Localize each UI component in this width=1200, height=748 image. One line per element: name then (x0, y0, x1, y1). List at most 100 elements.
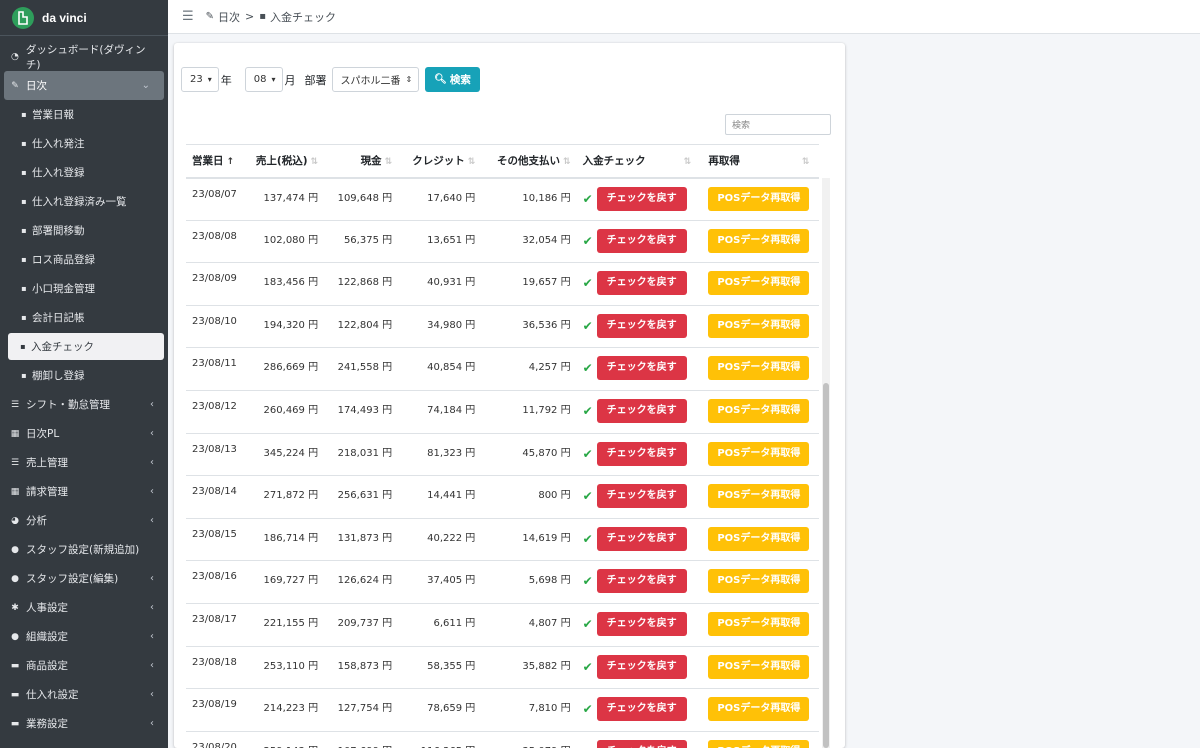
nav-sales[interactable]: ☰ 売上管理 ‹ (0, 448, 168, 477)
undo-check-button[interactable]: チェックを戻す (596, 313, 687, 338)
refetch-pos-button[interactable]: POSデータ再取得 (708, 228, 810, 253)
undo-check-button[interactable]: チェックを戻す (596, 228, 687, 253)
nav-sub-purchase-list[interactable]: ▪ 仕入れ登録済み一覧 (0, 187, 168, 216)
refetch-pos-button[interactable]: POSデータ再取得 (708, 484, 810, 509)
col-check[interactable]: 入金チェック ⇅ (576, 144, 703, 179)
nav-sub-transfer[interactable]: ▪ 部署間移動 (0, 216, 168, 245)
cell-check: ✔チェックを戻す (576, 432, 703, 476)
nav-business[interactable]: ▬ 業務設定 ‹ (0, 709, 168, 738)
filter-bar: 23 ▾ 年 08 ▾ 月 部署 スパホル二番 ⇕ 🔍︎ 検索 (181, 67, 480, 92)
nav-analysis[interactable]: ◕ 分析 ‹ (0, 506, 168, 535)
col-refetch[interactable]: 再取得 ⇅ (702, 144, 819, 179)
refetch-pos-button[interactable]: POSデータ再取得 (708, 697, 810, 722)
check-icon: ✔ (582, 489, 593, 504)
nav-staff-new[interactable]: ● スタッフ設定(新規追加) (0, 535, 168, 564)
cell-date: 23/08/08 (186, 219, 249, 263)
undo-check-button[interactable]: チェックを戻す (596, 697, 687, 722)
chevron-left-icon: ‹ (150, 631, 154, 642)
table-scrollbar[interactable] (822, 178, 830, 748)
nav-shift[interactable]: ☰ シフト・勤怠管理 ‹ (0, 390, 168, 419)
cell-sales: 271,872 円 (248, 475, 325, 519)
cell-date: 23/08/17 (186, 602, 249, 647)
undo-check-button[interactable]: チェックを戻す (596, 398, 687, 423)
col-credit-label: クレジット (412, 155, 465, 168)
nav-staff-edit[interactable]: ● スタッフ設定(編集) ‹ (0, 564, 168, 593)
scrollbar-thumb[interactable] (823, 383, 829, 748)
boxes-icon: ▪ (21, 110, 27, 119)
nav-daily-pl[interactable]: ▦ 日次PL ‹ (0, 419, 168, 448)
undo-check-button[interactable]: チェックを戻す (596, 611, 687, 636)
nav-sub-label: 小口現金管理 (32, 283, 95, 295)
hamburger-icon[interactable]: ☰ (182, 9, 194, 24)
nav-sub-ledger[interactable]: ▪ 会計日記帳 (0, 303, 168, 332)
undo-check-button[interactable]: チェックを戻す (596, 186, 687, 211)
undo-check-button[interactable]: チェックを戻す (596, 271, 687, 296)
main-card: 23 ▾ 年 08 ▾ 月 部署 スパホル二番 ⇕ 🔍︎ 検索 検索 営業日 ↑ 売上(税… (174, 43, 845, 748)
refetch-pos-button[interactable]: POSデータ再取得 (708, 398, 810, 423)
undo-check-button[interactable]: チェックを戻す (596, 356, 687, 381)
cell-other: 11,792 円 (481, 389, 577, 434)
nav-sub-deposit-check[interactable]: ▪ 入金チェック (8, 333, 164, 360)
cell-cash: 122,804 円 (324, 304, 399, 348)
sort-icon: ⇅ (310, 157, 319, 168)
nav-billing[interactable]: ▦ 請求管理 ‹ (0, 477, 168, 506)
table-row: 23/08/07 137,474 円 109,648 円 17,640 円 10,186… (186, 177, 819, 221)
undo-check-button[interactable]: チェックを戻す (596, 441, 687, 466)
refetch-pos-button[interactable]: POSデータ再取得 (708, 569, 810, 594)
col-date[interactable]: 営業日 ↑ (186, 144, 249, 179)
nav-sales-label: 売上管理 (26, 457, 68, 469)
cell-check: ✔チェックを戻す (576, 560, 703, 604)
undo-check-button[interactable]: チェックを戻す (596, 654, 687, 679)
breadcrumb-parent[interactable]: 日次 (218, 9, 240, 25)
breadcrumb-current: 入金チェック (270, 10, 337, 24)
undo-check-button[interactable]: チェックを戻す (596, 484, 687, 509)
sort-icon: ⇅ (467, 157, 476, 168)
nav-purchase[interactable]: ▬ 仕入れ設定 ‹ (0, 680, 168, 709)
table-search-input[interactable]: 検索 (725, 114, 831, 135)
cell-refetch: POSデータ再取得 (702, 560, 819, 604)
search-button[interactable]: 🔍︎ 検索 (425, 67, 480, 92)
nav-staff-new-label: スタッフ設定(新規追加) (26, 544, 140, 556)
check-icon: ✔ (582, 616, 593, 631)
nav-sub-daily-report[interactable]: ▪ 営業日報 (0, 100, 168, 129)
nav-dashboard[interactable]: ◔ ダッシュボード(ダヴィンチ) (0, 42, 168, 71)
refetch-pos-button[interactable]: POSデータ再取得 (708, 611, 810, 636)
nav-sub-petty-cash[interactable]: ▪ 小口現金管理 (0, 274, 168, 303)
col-credit[interactable]: クレジット ⇅ (398, 144, 482, 179)
refetch-pos-button[interactable]: POSデータ再取得 (708, 271, 810, 296)
cell-credit: 6,611 円 (398, 602, 482, 647)
cell-other: 32,054 円 (481, 219, 577, 263)
check-icon: ✔ (582, 659, 593, 674)
undo-check-button[interactable]: チェックを戻す (596, 569, 687, 594)
nav-sub-inventory[interactable]: ▪ 棚卸し登録 (0, 361, 168, 390)
refetch-pos-button[interactable]: POSデータ再取得 (708, 313, 810, 338)
cell-credit: 13,651 円 (398, 219, 482, 263)
refetch-pos-button[interactable]: POSデータ再取得 (708, 739, 810, 748)
year-select[interactable]: 23 ▾ (181, 67, 219, 92)
nav-product[interactable]: ▬ 商品設定 ‹ (0, 651, 168, 680)
nav-org[interactable]: ● 組織設定 ‹ (0, 622, 168, 651)
refetch-pos-button[interactable]: POSデータ再取得 (708, 186, 810, 211)
refetch-pos-button[interactable]: POSデータ再取得 (708, 526, 810, 551)
cell-cash: 256,631 円 (324, 475, 399, 519)
col-other[interactable]: その他支払い ⇅ (481, 144, 577, 179)
month-select[interactable]: 08 ▾ (244, 67, 283, 92)
check-icon: ✔ (582, 446, 593, 461)
col-sales[interactable]: 売上(税込) ⇅ (248, 144, 325, 179)
dept-select[interactable]: スパホル二番 ⇕ (331, 67, 420, 92)
refetch-pos-button[interactable]: POSデータ再取得 (708, 441, 810, 466)
col-cash[interactable]: 現金 ⇅ (324, 144, 399, 179)
col-sales-label: 売上(税込) (255, 155, 308, 168)
brand[interactable]: da vinci (0, 0, 168, 36)
refetch-pos-button[interactable]: POSデータ再取得 (708, 356, 810, 381)
undo-check-button[interactable]: チェックを戻す (596, 526, 687, 551)
nav-hr[interactable]: ✱ 人事設定 ‹ (0, 593, 168, 622)
chevron-left-icon: ‹ (150, 515, 154, 526)
undo-check-button[interactable]: チェックを戻す (596, 739, 687, 748)
nav-sub-order[interactable]: ▪ 仕入れ発注 (0, 129, 168, 158)
cell-cash: 209,737 円 (324, 602, 399, 647)
refetch-pos-button[interactable]: POSデータ再取得 (708, 654, 810, 679)
nav-daily[interactable]: ✎ 日次 ⌄ (4, 71, 164, 100)
nav-sub-purchase-register[interactable]: ▪ 仕入れ登録 (0, 158, 168, 187)
nav-sub-loss[interactable]: ▪ ロス商品登録 (0, 245, 168, 274)
